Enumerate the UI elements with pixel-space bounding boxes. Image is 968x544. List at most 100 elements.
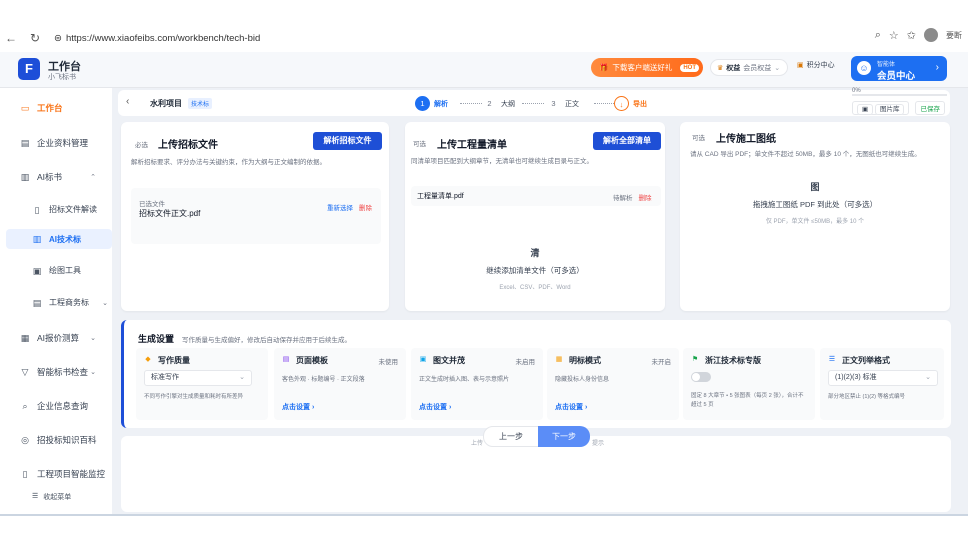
card-tag: 必选 [135, 142, 148, 149]
option-page-template: ▤ 页面模板 未使用 客色外观 · 标题编号 · 正文段落 点击设置 › [274, 348, 406, 420]
step-connector [460, 103, 482, 104]
zhejiang-edition-toggle[interactable] [691, 372, 711, 382]
option-note: 不同写作引擎对生成质量和耗时有所差异 [144, 394, 244, 400]
sidebar-item-label: 绘图工具 [49, 266, 81, 275]
step-connector [594, 103, 614, 104]
parse-all-boq-button[interactable]: 解析全部清单 [593, 132, 661, 150]
page-template-settings-link[interactable]: 点击设置 › [282, 402, 314, 412]
sidebar-item-bid-interpret[interactable]: ▯ 招标文件解读 [32, 204, 110, 215]
chevron-down-icon: ⌄ [925, 374, 931, 381]
sidebar-item-ai-quote[interactable]: ▦ AI报价测算 ⌄ [20, 332, 110, 344]
sidebar-item-project-monitor[interactable]: ▯ 工程项目智能监控 [20, 468, 110, 480]
previous-step-button[interactable]: 上一步 [483, 426, 539, 447]
monitor-icon: ▭ [20, 103, 30, 113]
option-state: 未开启 [651, 359, 672, 366]
writing-quality-select[interactable]: 标准写作 ⌄ [144, 370, 252, 386]
sidebar-item-label: AI技术标 [49, 234, 81, 244]
next-step-button[interactable]: 下一步 [538, 426, 590, 447]
card-title: 上传施工图纸 [716, 134, 776, 145]
option-title: 页面模板 [296, 356, 328, 365]
option-blind-bid: ▦ 明标模式 未开启 隐藏投标人身份信息 点击设置 › [547, 348, 679, 420]
parse-bid-button[interactable]: 解析招标文件 [313, 132, 382, 150]
folder-icon: ▤ [20, 138, 30, 148]
favorite-star-icon[interactable]: ☆ [889, 29, 899, 42]
back-chevron-icon[interactable]: ‹ [126, 96, 129, 107]
download-client-button[interactable]: 🎁 下载客户端送好礼 HOT [591, 58, 703, 77]
sidebar-item-label: 企业信息查询 [37, 401, 89, 411]
option-state: 未启用 [515, 359, 536, 366]
sidebar-item-company-search[interactable]: ⌕ 企业信息查询 [20, 400, 110, 412]
file-name: 工程量清单.pdf [417, 193, 464, 200]
step-label: 导出 [633, 100, 647, 108]
bookmarks-icon[interactable]: ✩ [907, 29, 916, 42]
collapse-menu-button[interactable]: ☰ 收起菜单 [32, 492, 71, 502]
step-body[interactable]: 3 正文 [546, 96, 579, 111]
app-window: F 工作台 小飞标书 🎁 下载客户端送好礼 HOT ♛ 权益 会员权益 ⌄ ▣ … [0, 52, 968, 514]
chevron-down-icon: ⌄ [90, 369, 96, 376]
sidebar-item-ai-tech-bid[interactable]: ▥ AI技术标 [6, 229, 112, 249]
crown-icon: ♛ [717, 64, 724, 72]
sidebar-item-label: AI报价测算 [37, 333, 80, 343]
option-description: 客色外观 · 标题编号 · 正文段落 [282, 377, 365, 383]
address-bar[interactable]: ⊜ https://www.xiaofeibs.com/workbench/te… [54, 33, 260, 44]
generation-settings-panel: 生成设置 写作质量与生成偏好，修改后自动保存并应用于后续生成。 ◆ 写作质量 标… [121, 320, 951, 428]
app-header: F 工作台 小飞标书 🎁 下载客户端送好礼 HOT ♛ 权益 会员权益 ⌄ ▣ … [0, 52, 968, 88]
quality-icon: ◆ [145, 356, 151, 363]
step-label: 正文 [565, 100, 579, 108]
sidebar-item-business-bid[interactable]: ▤ 工程商务标 ⌄ [32, 297, 110, 308]
sidebar-item-workbench[interactable]: ▭ 工作台 [20, 102, 110, 114]
step-outline[interactable]: 2 大纲 [482, 96, 515, 111]
image-library-button[interactable]: ▣ 图片库 [852, 101, 910, 115]
member-center-button[interactable]: ☺ 智能体 会员中心 › [851, 56, 947, 82]
reselect-link[interactable]: 重新选择 [327, 202, 353, 212]
step-number: ↓ [614, 96, 629, 111]
globe-icon: ◎ [21, 435, 29, 445]
card-description: 请从 CAD 导出 PDF；单文件不超过 50MB，最多 10 个，无图纸也可继… [690, 151, 921, 158]
boq-file-card: 可选 上传工程量清单 解析全部清单 同清单项目匹配到大纲章节，无清单也可继续生成… [405, 122, 665, 311]
delete-link[interactable]: 删除 [639, 192, 652, 202]
refresh-icon[interactable]: ↻ [28, 31, 42, 45]
chevron-down-icon: ⌄ [102, 299, 108, 307]
step-parse[interactable]: 1 解析 [415, 96, 448, 111]
step-number: 3 [551, 99, 556, 108]
sidebar-item-label: 工程项目智能监控 [37, 469, 106, 479]
option-title: 浙江技术标专版 [705, 356, 761, 365]
card-description: 同清单项目匹配到大纲章节，无清单也可继续生成目录与正文。 [411, 158, 593, 165]
step-label: 解析 [434, 100, 448, 108]
blind-bid-settings-link[interactable]: 点击设置 › [555, 402, 587, 412]
coin-icon: ▣ [797, 62, 804, 69]
step-number: 2 [487, 99, 492, 108]
sidebar-item-ai-bid[interactable]: ▥ AI标书 ⌃ [20, 171, 110, 183]
delete-link[interactable]: 删除 [359, 202, 372, 212]
flag-icon: ⚑ [691, 356, 699, 363]
drop-text: 继续添加清单文件（可多选） [486, 266, 584, 275]
toolbar-mini-buttons: ▣ 图片库 已保存 [852, 101, 945, 115]
drawing-drop-zone[interactable]: 图 拖拽施工图纸 PDF 到此处（可多选） 仅 PDF，单文件 ≤50MB，最多… [680, 180, 950, 225]
list-icon: ☰ [828, 356, 836, 363]
rights-button[interactable]: ♛ 权益 会员权益 ⌄ [710, 59, 788, 76]
sidebar-item-knowledge[interactable]: ◎ 招投标知识百科 [20, 434, 110, 446]
selected-file-box: 已选文件 招标文件正文.pdf 重新选择 删除 [131, 188, 381, 244]
points-center-link[interactable]: ▣ 积分中心 [797, 60, 835, 70]
nav-hint-right: 提示 [592, 441, 605, 447]
sidebar-item-drawing-tool[interactable]: ▣ 绘图工具 [32, 265, 110, 276]
illustrated-settings-link[interactable]: 点击设置 › [419, 402, 451, 412]
step-export[interactable]: ↓ 导出 [614, 96, 647, 111]
card-title: 上传工程量清单 [437, 140, 507, 151]
app-subtitle: 小飞标书 [48, 74, 76, 81]
chevron-right-icon: › [935, 62, 939, 73]
profile-avatar[interactable] [924, 28, 938, 42]
search-icon[interactable]: ⌕ [875, 29, 881, 42]
back-arrow-icon[interactable]: ← [4, 31, 18, 45]
app-logo-icon: F [18, 58, 40, 80]
list-format-select[interactable]: (1)(2)(3) 标准 ⌄ [828, 370, 938, 386]
sidebar-item-bid-check[interactable]: ▽ 智能标书检查 ⌄ [20, 366, 110, 378]
option-illustrated: ▣ 图文并茂 未启用 正文生成时插入图、表与示意照片 点击设置 › [411, 348, 543, 420]
option-title: 写作质量 [158, 356, 190, 365]
select-value: 标准写作 [151, 374, 179, 381]
sidebar-item-company-data[interactable]: ▤ 企业资料管理 [20, 137, 110, 149]
filter-icon: ▽ [21, 367, 29, 377]
book-icon: ▥ [20, 172, 30, 182]
boq-drop-zone[interactable]: 清 继续添加清单文件（可多选） Excel、CSV、PDF、Word [405, 246, 665, 291]
sidebar-item-label: 智能标书检查 [37, 367, 89, 377]
